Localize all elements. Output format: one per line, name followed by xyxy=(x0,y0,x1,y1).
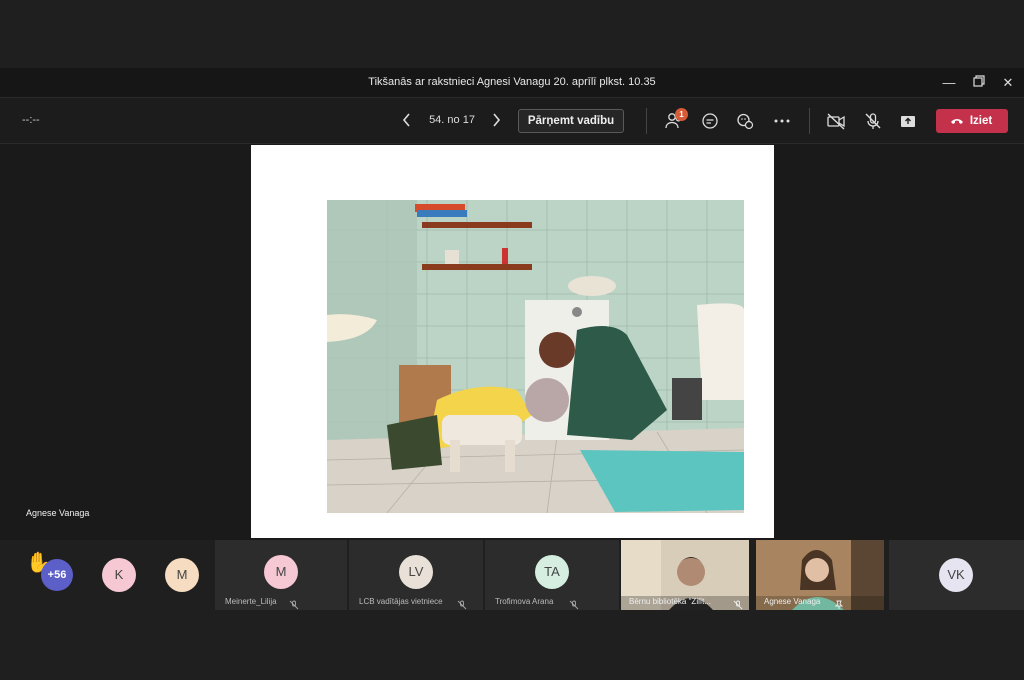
bathroom-scene-image xyxy=(327,200,744,513)
avatar-strip: ✋ +56 K M xyxy=(0,540,213,610)
participant-video-tile[interactable]: Bērnu bibliotēka "Zilīt... xyxy=(621,540,749,610)
camera-off-icon[interactable] xyxy=(826,111,846,131)
presenter-name: Agnese Vanaga xyxy=(26,508,90,518)
next-slide-button[interactable] xyxy=(488,111,504,129)
leave-button[interactable]: Iziet xyxy=(936,109,1008,133)
avatar: M xyxy=(264,555,298,589)
mic-off-icon xyxy=(457,597,467,610)
close-icon[interactable]: ✕ xyxy=(999,74,1017,92)
mic-off-icon[interactable] xyxy=(863,111,883,131)
slide-counter: 54. no 17 xyxy=(429,114,475,126)
participants-badge: 1 xyxy=(675,108,688,121)
meeting-window: Tikšanās ar rakstnieci Agnesi Vanagu 20.… xyxy=(0,68,1024,610)
phone-hangup-icon xyxy=(951,119,963,124)
minimize-icon[interactable]: — xyxy=(940,74,958,92)
presentation-slide xyxy=(251,145,774,538)
slide-photo xyxy=(327,200,744,513)
participant-tile[interactable]: VK xyxy=(889,540,1024,610)
more-options-icon[interactable] xyxy=(772,111,792,131)
mic-off-icon xyxy=(569,597,579,610)
participant-name: Meinerte_Lilija xyxy=(225,597,277,606)
participant-gallery: ✋ +56 K M M Meinerte_Lilija LV LCB vadīt… xyxy=(0,540,1024,610)
take-control-button[interactable]: Pārņemt vadību xyxy=(518,109,624,133)
chat-icon[interactable] xyxy=(700,111,720,131)
pin-icon xyxy=(834,597,844,609)
title-bar: Tikšanās ar rakstnieci Agnesi Vanagu 20.… xyxy=(0,68,1024,98)
bottom-margin xyxy=(0,610,1024,680)
mic-off-icon xyxy=(289,597,299,610)
avatar[interactable]: K xyxy=(102,558,136,592)
leave-label: Iziet xyxy=(969,115,993,127)
previous-slide-button[interactable] xyxy=(399,111,415,129)
participant-tile[interactable]: TA Trofimova Arana xyxy=(485,540,619,610)
participant-tile[interactable]: LV LCB vadītājas vietniece xyxy=(349,540,483,610)
meeting-title: Tikšanās ar rakstnieci Agnesi Vanagu 20.… xyxy=(368,76,656,88)
toolbar-divider xyxy=(646,108,647,134)
top-margin xyxy=(0,0,1024,68)
participant-name: Agnese Vanaga xyxy=(764,597,821,606)
overflow-participants-count[interactable]: +56 xyxy=(41,559,73,591)
participant-name: Trofimova Arana xyxy=(495,597,554,606)
participant-name: Bērnu bibliotēka "Zilīt... xyxy=(629,597,711,606)
participant-name: LCB vadītājas vietniece xyxy=(359,597,443,606)
call-timer: --:-- xyxy=(22,114,40,126)
avatar: TA xyxy=(535,555,569,589)
mic-off-icon xyxy=(733,597,743,610)
share-screen-icon[interactable] xyxy=(898,111,918,131)
restore-icon[interactable] xyxy=(970,74,988,92)
participant-tile[interactable]: M Meinerte_Lilija xyxy=(215,540,347,610)
avatar: VK xyxy=(939,558,973,592)
avatar: LV xyxy=(399,555,433,589)
participant-video-tile[interactable]: Agnese Vanaga xyxy=(756,540,884,610)
reactions-icon[interactable] xyxy=(735,111,755,131)
avatar[interactable]: M xyxy=(165,558,199,592)
meeting-toolbar: --:-- 54. no 17 Pārņemt vadību 1 Iziet xyxy=(0,98,1024,144)
shared-content-stage: Agnese Vanaga xyxy=(0,145,1024,538)
toolbar-divider xyxy=(809,108,810,134)
